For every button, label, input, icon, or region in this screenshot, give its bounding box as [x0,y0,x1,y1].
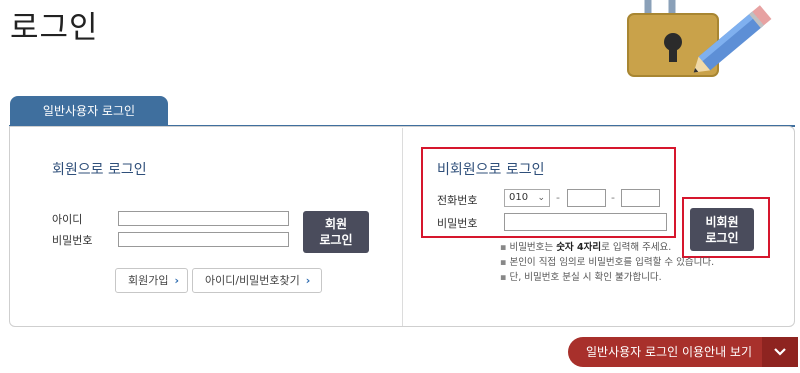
note-line: ▪ 단, 비밀번호 분실 시 확인 불가합니다. [500,272,662,283]
guest-login-notes: ▪ 비밀번호는 숫자 4자리로 입력해 주세요. ▪ 본인이 직접 임의로 비밀번호… [500,240,714,285]
chevron-down-icon: ⌄ [537,193,545,203]
chevron-right-icon: › [174,274,180,287]
id-input[interactable] [118,211,289,226]
member-login-button-line2: 로그인 [319,233,353,247]
member-password-input[interactable] [118,232,289,247]
signup-button-label: 회원가입 [128,274,169,287]
note-line: ▪ 비밀번호는 숫자 4자리로 입력해 주세요. [500,242,672,253]
phone-prefix-value: 010 [509,192,529,203]
chevron-down-icon[interactable] [762,337,798,367]
find-id-password-label: 아이디/비밀번호찾기 [205,274,300,287]
chevron-right-icon: › [305,274,311,287]
phone-prefix-select[interactable]: 010 ⌄ [504,189,550,207]
panel-divider [402,128,403,326]
member-login-button[interactable]: 회원 로그인 [303,211,369,253]
guest-password-label: 비밀번호 [437,217,478,230]
id-label: 아이디 [52,213,83,226]
guest-password-input[interactable] [504,213,667,231]
page-title: 로그인 [10,10,99,46]
member-login-button-line1: 회원 [324,217,348,231]
phone-label: 전화번호 [437,194,478,207]
member-password-label: 비밀번호 [52,234,93,247]
guest-login-button-line1: 비회원 [705,214,739,229]
member-login-title: 회원으로 로그인 [52,162,147,178]
guest-login-title: 비회원으로 로그인 [437,162,545,178]
phone-last-input[interactable] [621,189,660,207]
phone-separator: - [556,191,560,204]
tab-general-user-login[interactable]: 일반사용자 로그인 [10,96,168,126]
lock-pencil-illustration [627,0,772,77]
signup-button[interactable]: 회원가입 › [115,268,188,293]
find-id-password-button[interactable]: 아이디/비밀번호찾기 › [192,268,322,293]
phone-middle-input[interactable] [567,189,606,207]
note-line: ▪ 본인이 직접 임의로 비밀번호를 입력할 수 있습니다. [500,257,715,268]
phone-separator: - [611,191,615,204]
